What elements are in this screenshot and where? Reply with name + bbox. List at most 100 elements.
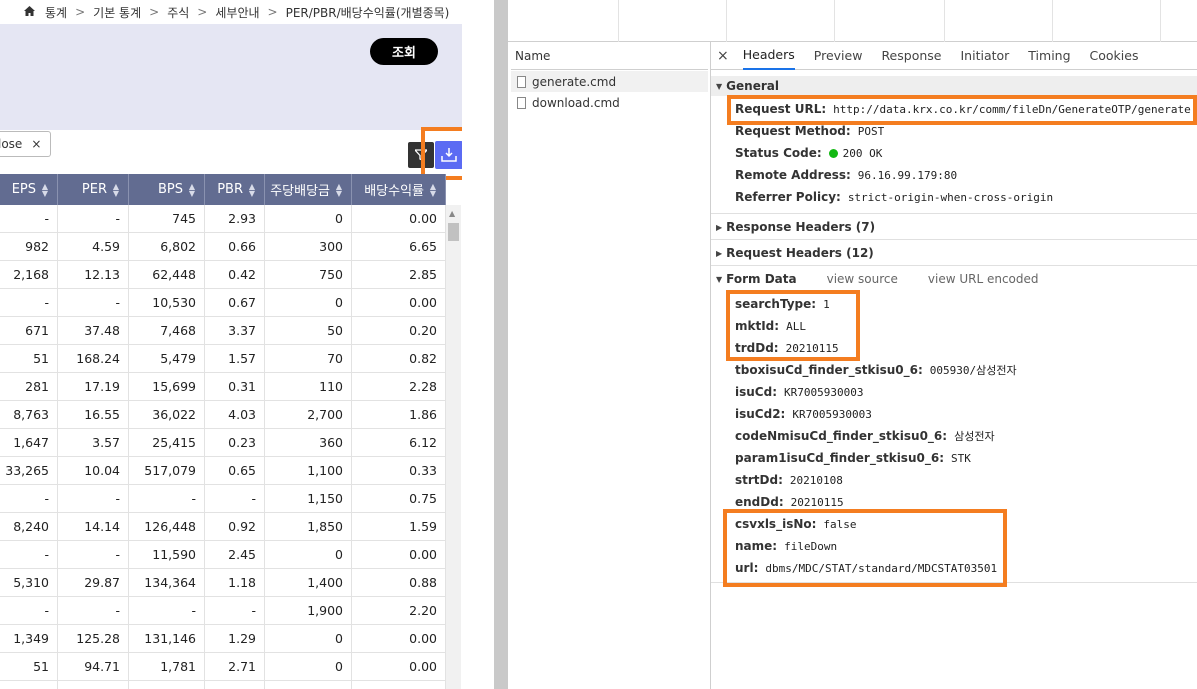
highlight-request-url <box>727 95 1197 125</box>
field-value: 20210108 <box>789 473 843 487</box>
file-icon <box>517 75 526 88</box>
divider <box>711 265 1197 266</box>
table-cell <box>352 681 446 689</box>
detail-tabs: × Headers Preview Response Initiator Tim… <box>711 42 1197 70</box>
table-cell: - <box>129 597 205 624</box>
table-row[interactable]: 33,265 10.04 517,079 0.65 1,100 0.33 <box>0 457 446 485</box>
table-cell <box>265 681 352 689</box>
view-source-link[interactable]: view source <box>827 272 898 286</box>
view-url-encoded-link[interactable]: view URL encoded <box>928 272 1039 286</box>
request-row-generate[interactable]: generate.cmd <box>511 71 708 92</box>
table-row[interactable]: - -10,530 0.67 0 0.00 <box>0 289 446 317</box>
table-cell: - <box>0 205 58 232</box>
table-row[interactable]: 51 94.71 1,781 2.71 0 0.00 <box>0 653 446 681</box>
table-cell: 517,079 <box>129 457 205 484</box>
file-icon <box>517 96 526 109</box>
name-column-header[interactable]: Name <box>511 42 708 70</box>
filter-chip[interactable]: lose × <box>0 131 51 157</box>
table-cell: 6.65 <box>352 233 446 260</box>
column-header[interactable]: 배당수익률 ▲ ▼ <box>352 174 446 205</box>
general-section[interactable]: ▼ General <box>711 76 1197 96</box>
column-header[interactable]: EPS ▲ ▼ <box>0 174 58 205</box>
table-row[interactable]: 1,349 125.28 131,146 1.29 0 0.00 <box>0 625 446 653</box>
table-row[interactable]: 1,647 3.57 25,415 0.23 360 6.12 <box>0 429 446 457</box>
table-row[interactable]: 8,763 16.55 36,022 4.03 2,700 1.86 <box>0 401 446 429</box>
table-row[interactable]: - - - -1,150 0.75 <box>0 485 446 513</box>
sort-icon[interactable]: ▲ ▼ <box>335 182 343 197</box>
table-cell: 1,349 <box>0 625 58 652</box>
field-key: isuCd: <box>735 385 777 399</box>
breadcrumb-item-stats[interactable]: 통계 <box>45 4 67 21</box>
sort-icon[interactable]: ▲ ▼ <box>41 182 49 197</box>
tab-response[interactable]: Response <box>881 42 941 70</box>
column-header[interactable]: 주당배당금 ▲ ▼ <box>265 174 352 205</box>
table-row[interactable]: - -745 2.93 0 0.00 <box>0 205 446 233</box>
header-field: codeNmisuCd_finder_stkisu0_6: 삼성전자 <box>735 426 995 446</box>
field-key: Referrer Policy: <box>735 190 841 204</box>
table-cell: 2.93 <box>205 205 265 232</box>
table-cell: 1.86 <box>352 401 446 428</box>
tab-cookies[interactable]: Cookies <box>1090 42 1139 70</box>
column-header[interactable]: PER ▲ ▼ <box>58 174 129 205</box>
table-cell <box>129 681 205 689</box>
scroll-up-icon[interactable]: ▲ <box>449 209 455 218</box>
close-icon[interactable]: × <box>31 137 41 151</box>
table-cell: 0.00 <box>352 625 446 652</box>
request-headers-section[interactable]: ▶ Request Headers (12) <box>711 243 1197 263</box>
breadcrumb-item-detail[interactable]: 세부안내 <box>215 4 259 21</box>
breadcrumb-item-basic-stats[interactable]: 기본 통계 <box>93 4 141 21</box>
field-value: POST <box>857 124 885 138</box>
table-cell: 70 <box>265 345 352 372</box>
table-cell: 1,781 <box>129 653 205 680</box>
breadcrumb-item-stock[interactable]: 주식 <box>167 4 189 21</box>
table-cell: - <box>0 541 58 568</box>
scrollbar-thumb[interactable] <box>448 223 459 241</box>
table-cell: 51 <box>0 345 58 372</box>
table-row[interactable]: 2,168 12.13 62,448 0.42 750 2.85 <box>0 261 446 289</box>
table-cell: 0.42 <box>205 261 265 288</box>
table-cell: 0.23 <box>205 429 265 456</box>
table-cell: 0.92 <box>205 513 265 540</box>
sort-icon[interactable]: ▲ ▼ <box>248 182 256 197</box>
table-row[interactable]: 982 4.59 6,802 0.66 300 6.65 <box>0 233 446 261</box>
sort-icon[interactable]: ▲ ▼ <box>429 182 437 197</box>
search-button[interactable]: 조회 <box>370 38 438 65</box>
tab-headers[interactable]: Headers <box>742 42 795 70</box>
table-row[interactable] <box>0 681 446 689</box>
table-cell: 131,146 <box>129 625 205 652</box>
sort-icon[interactable]: ▲ ▼ <box>112 182 120 197</box>
table-cell: 2,700 <box>265 401 352 428</box>
home-icon[interactable] <box>24 5 35 19</box>
triangle-down-icon: ▼ <box>716 81 723 91</box>
request-row-download[interactable]: download.cmd <box>511 92 708 113</box>
tab-timing[interactable]: Timing <box>1028 42 1070 70</box>
table-row[interactable]: 5,310 29.87 134,364 1.18 1,400 0.88 <box>0 569 446 597</box>
table-cell: - <box>58 205 129 232</box>
tab-initiator[interactable]: Initiator <box>960 42 1009 70</box>
table-row[interactable]: - - - -1,900 2.20 <box>0 597 446 625</box>
pane-divider[interactable] <box>494 0 508 689</box>
grid-toolbar <box>0 130 462 174</box>
close-icon[interactable]: × <box>717 48 729 64</box>
column-header-label: 주당배당금 <box>270 184 330 199</box>
response-headers-section[interactable]: ▶ Response Headers (7) <box>711 217 1197 237</box>
column-header[interactable]: BPS ▲ ▼ <box>129 174 205 205</box>
table-row[interactable]: - -11,590 2.45 0 0.00 <box>0 541 446 569</box>
tab-preview[interactable]: Preview <box>814 42 863 70</box>
table-row[interactable]: 671 37.48 7,468 3.37 50 0.20 <box>0 317 446 345</box>
table-cell: 6.12 <box>352 429 446 456</box>
table-cell: 300 <box>265 233 352 260</box>
table-row[interactable]: 8,240 14.14 126,448 0.92 1,850 1.59 <box>0 513 446 541</box>
highlight-form-fields-1 <box>726 290 860 361</box>
field-key: Request Method: <box>735 124 851 138</box>
column-header[interactable]: PBR ▲ ▼ <box>205 174 265 205</box>
section-title: Request Headers (12) <box>726 246 874 260</box>
field-value: 200 OK <box>842 146 883 160</box>
table-row[interactable]: 281 17.19 15,699 0.31 110 2.28 <box>0 373 446 401</box>
grid-scrollbar[interactable]: ▲ <box>446 205 461 689</box>
sort-icon[interactable]: ▲ ▼ <box>188 182 196 197</box>
form-data-section[interactable]: ▼ Form Data view source view URL encoded <box>711 269 1197 289</box>
table-row[interactable]: 51 168.24 5,479 1.57 70 0.82 <box>0 345 446 373</box>
table-cell: 62,448 <box>129 261 205 288</box>
section-title: General <box>726 79 779 93</box>
